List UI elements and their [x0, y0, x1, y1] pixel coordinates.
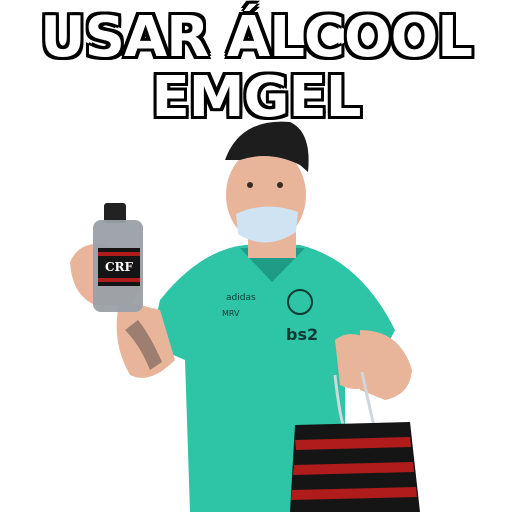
eye-left	[247, 182, 253, 188]
bottle-label-text: CRF	[105, 260, 134, 274]
shirt-sponsor: bs2	[286, 325, 318, 344]
shirt-brand-logo: adidas	[226, 293, 256, 303]
shirt-patch: MRV	[222, 309, 240, 318]
eye-right	[277, 182, 283, 188]
person-illustration: CRF adidas MRV bs2	[70, 121, 420, 512]
